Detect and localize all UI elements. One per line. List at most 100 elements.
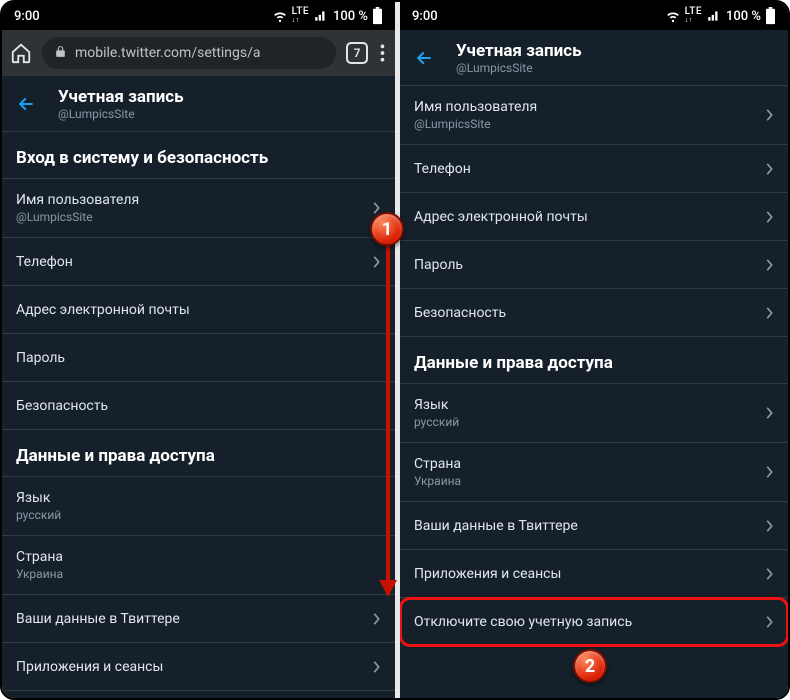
browser-toolbar: mobile.twitter.com/settings/a 7 xyxy=(2,30,395,76)
annotation-marker-2: 2 xyxy=(573,649,607,683)
url-text: mobile.twitter.com/settings/a xyxy=(75,45,261,61)
chevron-right-icon xyxy=(764,108,774,122)
page-title: Учетная запись xyxy=(58,87,184,107)
status-bar: 9:00 LTE↓↑ 100 % xyxy=(400,2,788,30)
password-label: Пароль xyxy=(16,350,65,366)
phone-right: 9:00 LTE↓↑ 100 % xyxy=(395,2,788,698)
row-deactivate-account[interactable]: Отключите свою учетную запись xyxy=(400,598,788,646)
lte-icon: LTE↓↑ xyxy=(685,8,702,24)
apps-label: Приложения и сеансы xyxy=(414,566,561,582)
status-time: 9:00 xyxy=(412,9,438,24)
password-label: Пароль xyxy=(414,257,463,273)
battery-text: 100 % xyxy=(726,9,761,24)
chevron-right-icon xyxy=(764,210,774,224)
row-apps-sessions[interactable]: Приложения и сеансы xyxy=(400,550,788,598)
language-label: Язык xyxy=(16,490,61,506)
country-value: Украина xyxy=(16,567,63,581)
username-label: Имя пользователя xyxy=(414,99,537,115)
row-email[interactable]: Адрес электронной почты xyxy=(400,193,788,241)
page-subtitle: @LumpicsSite xyxy=(456,61,582,75)
more-icon[interactable] xyxy=(378,43,387,63)
marker-2-text: 2 xyxy=(585,656,595,677)
country-label: Страна xyxy=(16,549,63,565)
signal-icon xyxy=(313,9,329,23)
chevron-right-icon xyxy=(764,465,774,479)
battery-icon xyxy=(765,7,776,25)
back-arrow-icon[interactable] xyxy=(16,94,36,114)
home-icon[interactable] xyxy=(10,42,32,64)
row-language[interactable]: Язык русский xyxy=(2,477,395,536)
row-security[interactable]: Безопасность xyxy=(2,382,395,430)
country-value: Украина xyxy=(414,474,461,488)
status-bar: 9:00 LTE↓↑ 100 % xyxy=(2,2,395,30)
security-label: Безопасность xyxy=(16,398,108,414)
lte-icon: LTE↓↑ xyxy=(292,8,309,24)
email-label: Адрес электронной почты xyxy=(414,209,588,225)
language-value: русский xyxy=(16,508,61,522)
chevron-right-icon xyxy=(764,567,774,581)
back-arrow-icon[interactable] xyxy=(414,48,434,68)
settings-scroll[interactable]: Имя пользователя @LumpicsSite Телефон Ад… xyxy=(400,86,788,698)
row-phone[interactable]: Телефон xyxy=(2,238,395,286)
row-country[interactable]: Страна Украина xyxy=(2,536,395,595)
phone-left: 9:00 LTE↓↑ 100 % xyxy=(2,2,395,698)
annotation-marker-1: 1 xyxy=(370,212,404,246)
row-phone[interactable]: Телефон xyxy=(400,145,788,193)
page-subtitle: @LumpicsSite xyxy=(58,107,184,121)
app-header: Учетная запись @LumpicsSite xyxy=(2,76,395,132)
chevron-right-icon xyxy=(764,258,774,272)
lock-icon xyxy=(54,45,67,62)
page-title: Учетная запись xyxy=(456,41,582,61)
country-label: Страна xyxy=(414,456,461,472)
username-value: @LumpicsSite xyxy=(16,210,139,224)
row-your-data[interactable]: Ваши данные в Твиттере xyxy=(2,595,395,643)
status-right: LTE↓↑ 100 % xyxy=(272,7,383,25)
phone-label: Телефон xyxy=(414,161,471,177)
row-email[interactable]: Адрес электронной почты xyxy=(2,286,395,334)
row-password[interactable]: Пароль xyxy=(2,334,395,382)
security-label: Безопасность xyxy=(414,305,506,321)
row-username[interactable]: Имя пользователя @LumpicsSite xyxy=(2,179,395,238)
deactivate-label: Отключите свою учетную запись xyxy=(414,614,632,630)
username-label: Имя пользователя xyxy=(16,192,139,208)
settings-scroll[interactable]: Вход в систему и безопасность Имя пользо… xyxy=(2,132,395,698)
yourdata-label: Ваши данные в Твиттере xyxy=(414,518,578,534)
section-login-security: Вход в систему и безопасность xyxy=(2,132,395,179)
signal-icon xyxy=(706,9,722,23)
tab-count[interactable]: 7 xyxy=(346,42,368,64)
phone-label: Телефон xyxy=(16,254,73,270)
battery-text: 100 % xyxy=(333,9,368,24)
apps-label: Приложения и сеансы xyxy=(16,659,163,675)
yourdata-label: Ваши данные в Твиттере xyxy=(16,611,180,627)
section-data-permissions: Данные и права доступа xyxy=(400,337,788,384)
language-value: русский xyxy=(414,415,459,429)
marker-1-text: 1 xyxy=(382,219,392,240)
chevron-right-icon xyxy=(764,162,774,176)
scroll-arrow-annotation xyxy=(373,232,403,602)
section-data-permissions: Данные и права доступа xyxy=(2,430,395,477)
username-value: @LumpicsSite xyxy=(414,117,537,131)
status-right: LTE↓↑ 100 % xyxy=(665,7,776,25)
language-label: Язык xyxy=(414,397,459,413)
wifi-icon xyxy=(665,9,681,23)
chevron-right-icon xyxy=(764,406,774,420)
row-apps-sessions[interactable]: Приложения и сеансы xyxy=(2,643,395,691)
row-language[interactable]: Язык русский xyxy=(400,384,788,443)
chevron-right-icon xyxy=(371,612,381,626)
row-username[interactable]: Имя пользователя @LumpicsSite xyxy=(400,86,788,145)
url-field[interactable]: mobile.twitter.com/settings/a xyxy=(42,37,336,69)
row-password[interactable]: Пароль xyxy=(400,241,788,289)
chevron-right-icon xyxy=(764,306,774,320)
comparison-frame: 9:00 LTE↓↑ 100 % xyxy=(0,0,790,700)
chevron-right-icon xyxy=(764,519,774,533)
status-time: 9:00 xyxy=(14,9,40,24)
app-header: Учетная запись @LumpicsSite xyxy=(400,30,788,86)
wifi-icon xyxy=(272,9,288,23)
header-titles: Учетная запись @LumpicsSite xyxy=(456,41,582,75)
row-your-data[interactable]: Ваши данные в Твиттере xyxy=(400,502,788,550)
row-country[interactable]: Страна Украина xyxy=(400,443,788,502)
email-label: Адрес электронной почты xyxy=(16,302,190,318)
chevron-right-icon xyxy=(371,660,381,674)
row-security[interactable]: Безопасность xyxy=(400,289,788,337)
header-titles: Учетная запись @LumpicsSite xyxy=(58,87,184,121)
